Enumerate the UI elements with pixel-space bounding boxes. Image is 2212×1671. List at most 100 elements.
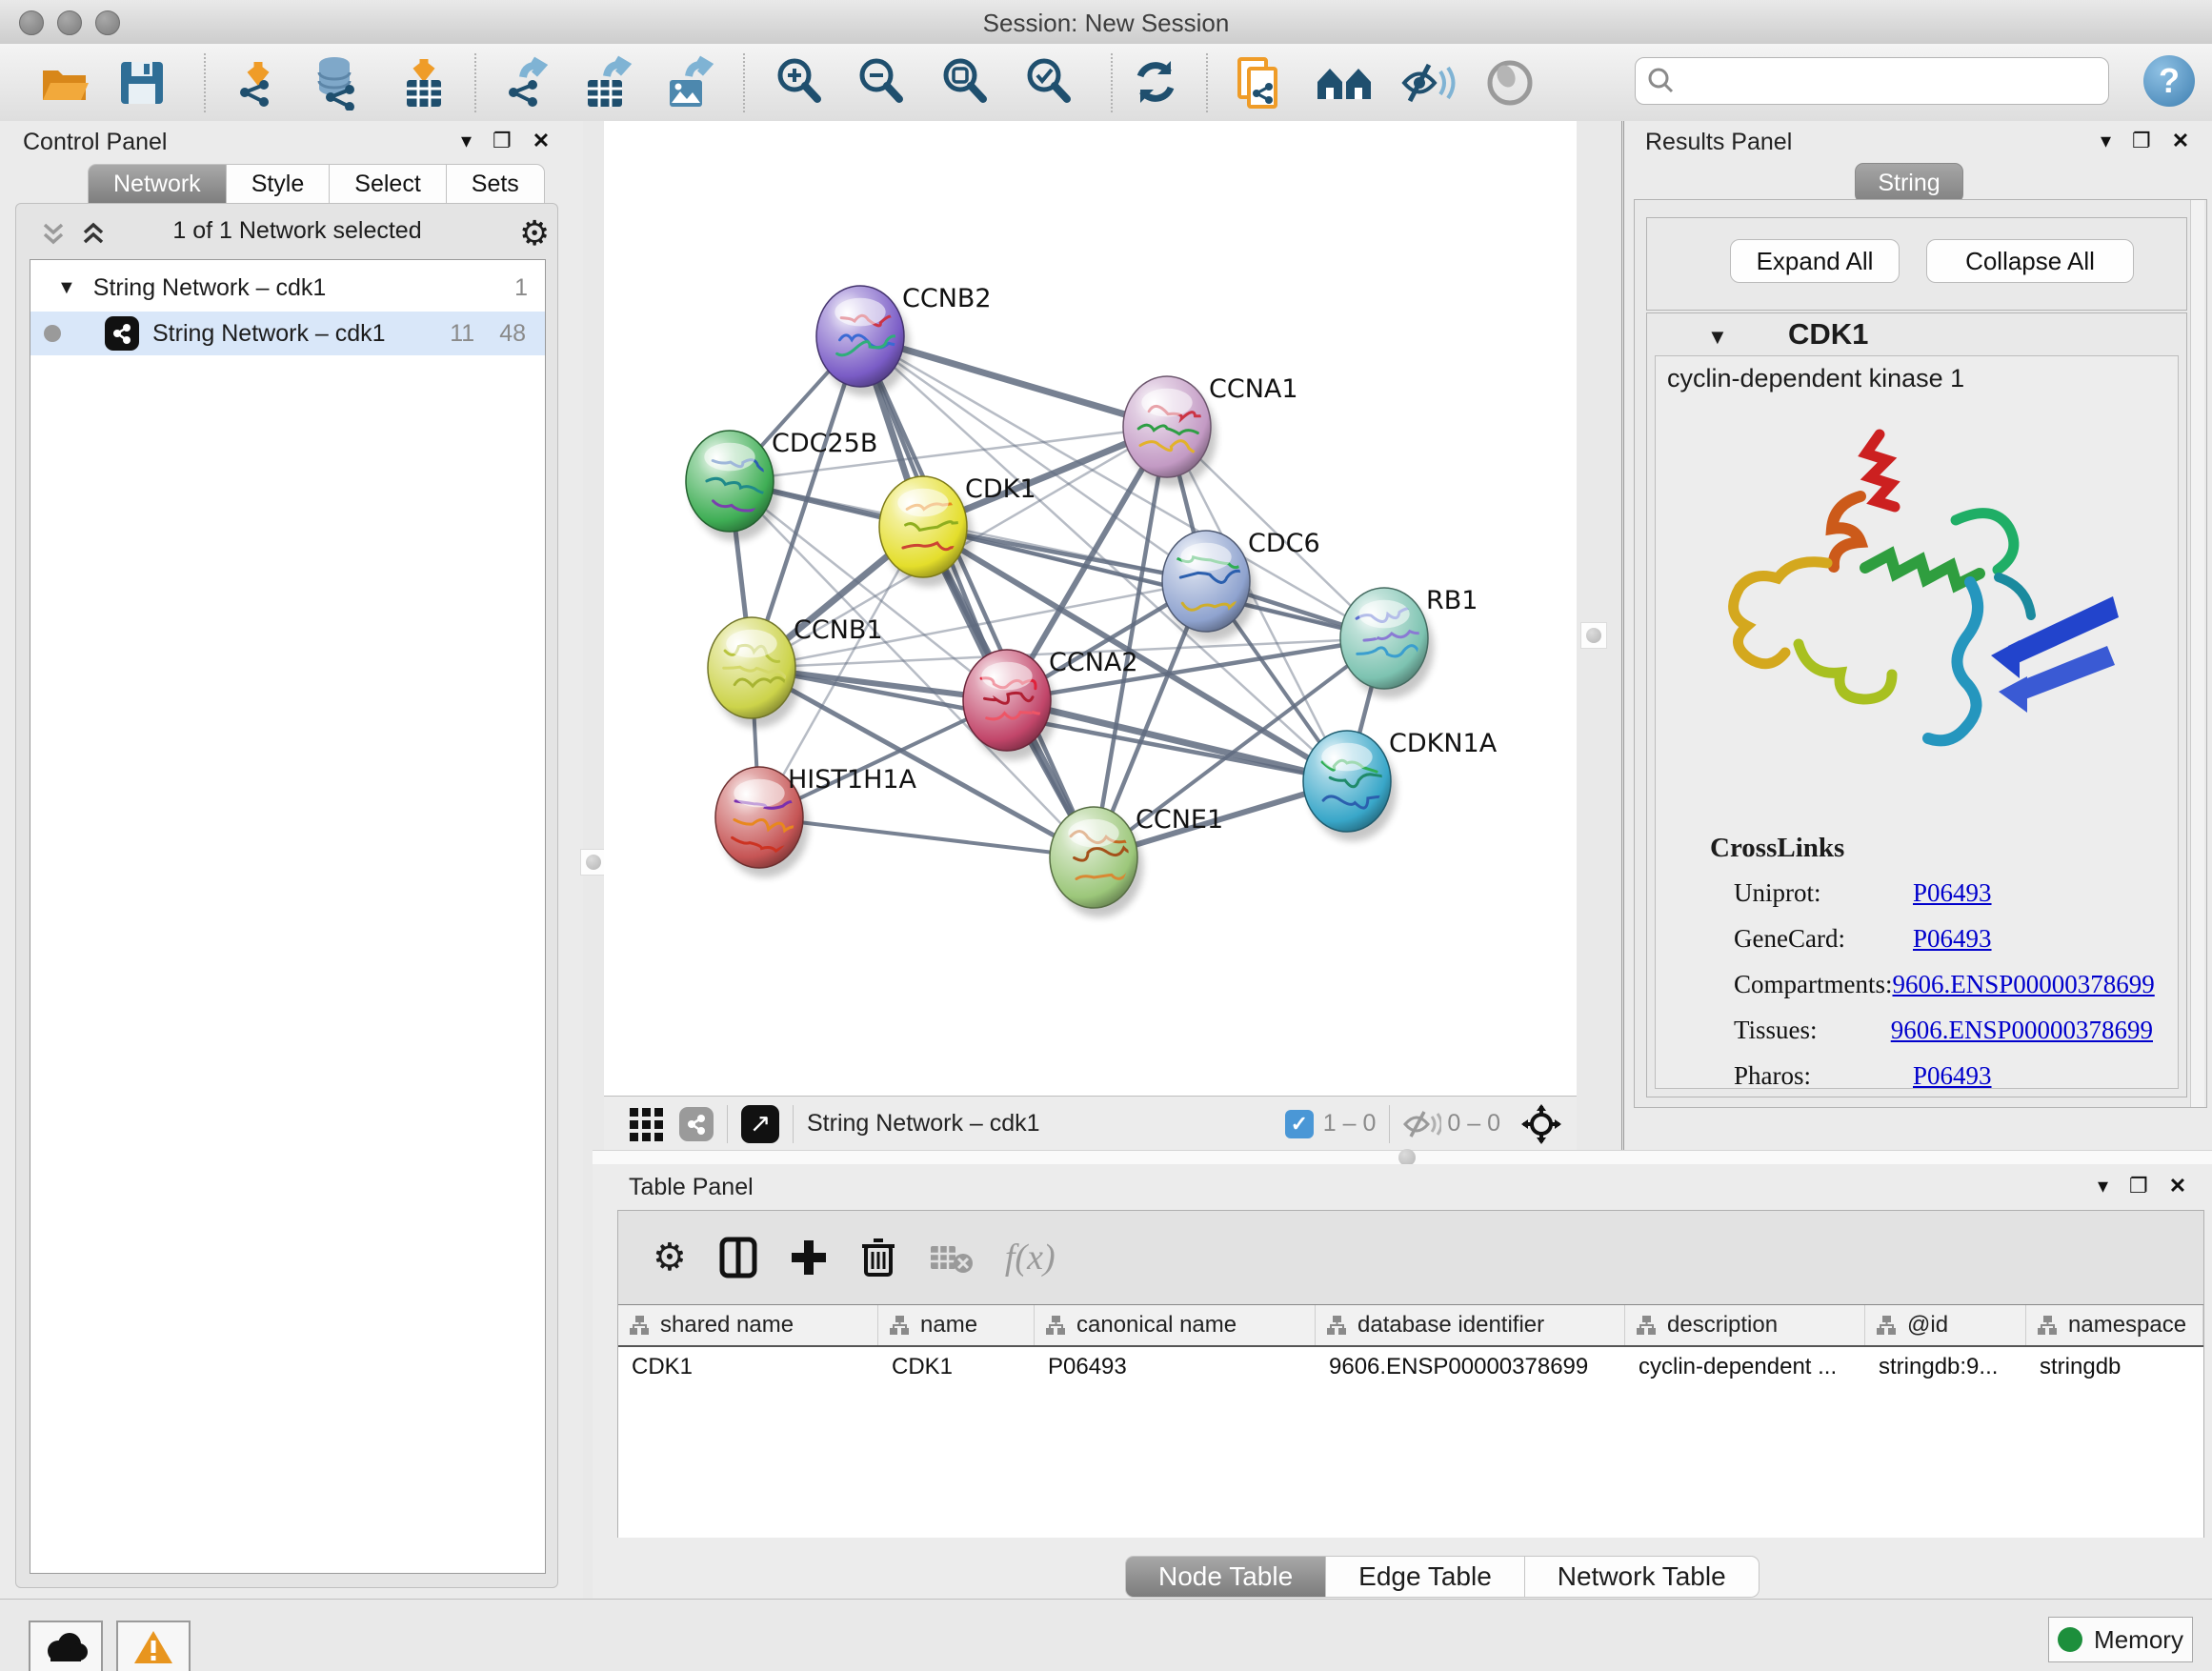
export-table-button[interactable] <box>579 55 638 111</box>
table-settings-gear-icon[interactable]: ⚙ <box>653 1236 687 1279</box>
node-table[interactable]: shared namenamecanonical namedatabase id… <box>618 1304 2203 1538</box>
table-cell[interactable]: 9606.ENSP00000378699 <box>1316 1347 1625 1387</box>
column-header-database-identifier[interactable]: database identifier <box>1316 1305 1625 1345</box>
network-node-ccna2[interactable] <box>963 650 1056 760</box>
selected-checkbox-icon[interactable]: ✓ <box>1285 1110 1314 1138</box>
panel-menu-icon[interactable]: ▾ <box>2101 131 2111 151</box>
export-image-button[interactable] <box>661 55 720 111</box>
table-cell[interactable]: stringdb:9... <box>1865 1347 2026 1387</box>
crosslink-link[interactable]: 9606.ENSP00000378699 <box>1892 970 2154 999</box>
close-panel-icon[interactable]: ✕ <box>533 131 550 151</box>
network-edge[interactable] <box>759 817 1094 857</box>
delete-column-trash-icon[interactable] <box>860 1237 896 1278</box>
close-panel-icon[interactable]: ✕ <box>2169 1176 2186 1197</box>
column-header-canonical-name[interactable]: canonical name <box>1035 1305 1316 1345</box>
table-panel: Table Panel ▾ ❐ ✕ ⚙ <box>593 1164 2212 1599</box>
crosslink-row: Uniprot:P06493 <box>1734 878 2153 908</box>
collapse-all-chevrons-icon[interactable] <box>39 221 73 250</box>
import-network-from-file-button[interactable] <box>229 55 288 111</box>
open-folder-icon <box>39 59 92 107</box>
tab-network[interactable]: Network <box>88 164 227 204</box>
float-panel-icon[interactable]: ❐ <box>493 131 512 151</box>
column-header-namespace[interactable]: namespace <box>2026 1305 2203 1345</box>
refresh-button[interactable] <box>1126 55 1185 111</box>
table-row[interactable]: CDK1CDK1P064939606.ENSP00000378699cyclin… <box>618 1347 2203 1387</box>
first-neighbors-button[interactable] <box>1315 55 1374 111</box>
table-cell[interactable]: CDK1 <box>878 1347 1035 1387</box>
network-view-icon[interactable] <box>679 1107 714 1141</box>
node-label-ccna1: CCNA1 <box>1209 374 1298 404</box>
show-columns-icon[interactable] <box>719 1237 757 1278</box>
tab-string[interactable]: String <box>1855 163 1963 203</box>
warnings-button[interactable] <box>116 1621 191 1671</box>
table-cell[interactable]: P06493 <box>1035 1347 1316 1387</box>
export-network-button[interactable] <box>497 55 556 111</box>
column-header-name[interactable]: name <box>878 1305 1035 1345</box>
results-scrollbar[interactable] <box>2190 200 2204 1107</box>
left-splitter-handle[interactable] <box>580 849 607 876</box>
network-node-cdc25b[interactable] <box>686 431 779 541</box>
zoom-fit-button[interactable] <box>935 55 995 111</box>
horizontal-splitter[interactable] <box>593 1150 2212 1165</box>
network-node-cdk1[interactable] <box>879 476 975 587</box>
table-cell[interactable]: stringdb <box>2026 1347 2203 1387</box>
help-button[interactable]: ? <box>2143 55 2195 107</box>
network-canvas[interactable]: CCNB2CCNA1CDC25BCDK1CDC6RB1CCNB1CCNA2CDK… <box>604 121 1577 1096</box>
tab-style[interactable]: Style <box>227 164 331 204</box>
open-session-button[interactable] <box>36 55 95 111</box>
zoom-in-button[interactable] <box>770 55 829 111</box>
table-cell[interactable]: cyclin-dependent ... <box>1625 1347 1865 1387</box>
network-node-ccnb2[interactable] <box>816 286 910 396</box>
tab-sets[interactable]: Sets <box>447 164 545 204</box>
crosslink-link[interactable]: P06493 <box>1913 878 1992 908</box>
expand-all-chevrons-icon[interactable] <box>79 221 113 250</box>
right-splitter-handle[interactable] <box>1580 622 1607 649</box>
tab-node-table[interactable]: Node Table <box>1125 1556 1326 1598</box>
float-panel-icon[interactable]: ❐ <box>2132 131 2151 151</box>
import-table-from-file-button[interactable] <box>394 55 453 111</box>
column-header-description[interactable]: description <box>1625 1305 1865 1345</box>
network-edge[interactable] <box>1007 700 1347 781</box>
panel-menu-icon[interactable]: ▾ <box>461 131 472 151</box>
crosslink-link[interactable]: P06493 <box>1913 924 1992 954</box>
network-node-rb1[interactable] <box>1340 588 1434 698</box>
zoom-selected-button[interactable] <box>1019 55 1078 111</box>
tab-select[interactable]: Select <box>330 164 446 204</box>
tab-edge-table[interactable]: Edge Table <box>1326 1556 1525 1598</box>
memory-button[interactable]: Memory <box>2048 1617 2193 1662</box>
network-node-ccnb1[interactable] <box>708 617 801 728</box>
network-node-ccne1[interactable] <box>1050 807 1143 917</box>
crosslink-link[interactable]: P06493 <box>1913 1061 1992 1091</box>
zoom-out-button[interactable] <box>852 55 911 111</box>
network-node-ccna1[interactable] <box>1123 376 1217 487</box>
fit-selected-crosshair-icon[interactable] <box>1521 1104 1561 1144</box>
search-input[interactable] <box>1635 57 2109 105</box>
network-options-gear-icon[interactable]: ⚙ <box>519 213 550 253</box>
tree-expand-icon[interactable]: ▼ <box>57 277 76 299</box>
network-collection-row[interactable]: ▼ String Network – cdk1 1 <box>30 268 545 308</box>
float-panel-icon[interactable]: ❐ <box>2129 1176 2148 1197</box>
expand-all-button[interactable]: Expand All <box>1730 239 1900 283</box>
clone-network-button[interactable] <box>1229 55 1288 111</box>
network-node-cdkn1a[interactable] <box>1303 731 1397 841</box>
show-all-button[interactable] <box>1480 55 1539 111</box>
toolbar-separator <box>743 53 745 112</box>
column-header-shared-name[interactable]: shared name <box>618 1305 878 1345</box>
column-header-at-id[interactable]: @id <box>1865 1305 2026 1345</box>
save-session-button[interactable] <box>112 55 171 111</box>
grid-view-icon[interactable] <box>628 1106 664 1142</box>
collapse-all-button[interactable]: Collapse All <box>1926 239 2134 283</box>
add-column-plus-icon[interactable] <box>790 1238 828 1277</box>
close-panel-icon[interactable]: ✕ <box>2172 131 2189 151</box>
network-row-selected[interactable]: String Network – cdk1 11 48 <box>30 312 545 355</box>
birds-eye-view-icon[interactable]: ↗ <box>741 1105 779 1143</box>
panel-menu-icon[interactable]: ▾ <box>2098 1176 2108 1197</box>
hide-selected-button[interactable] <box>1398 55 1458 111</box>
import-network-from-database-button[interactable] <box>309 55 368 111</box>
tab-network-table[interactable]: Network Table <box>1525 1556 1760 1598</box>
crosslink-link[interactable]: 9606.ENSP00000378699 <box>1891 1016 2153 1045</box>
cloud-button[interactable] <box>29 1621 103 1671</box>
table-cell[interactable]: CDK1 <box>618 1347 878 1387</box>
right-splitter[interactable] <box>1577 121 1621 1150</box>
section-collapse-icon[interactable]: ▼ <box>1707 325 1728 350</box>
